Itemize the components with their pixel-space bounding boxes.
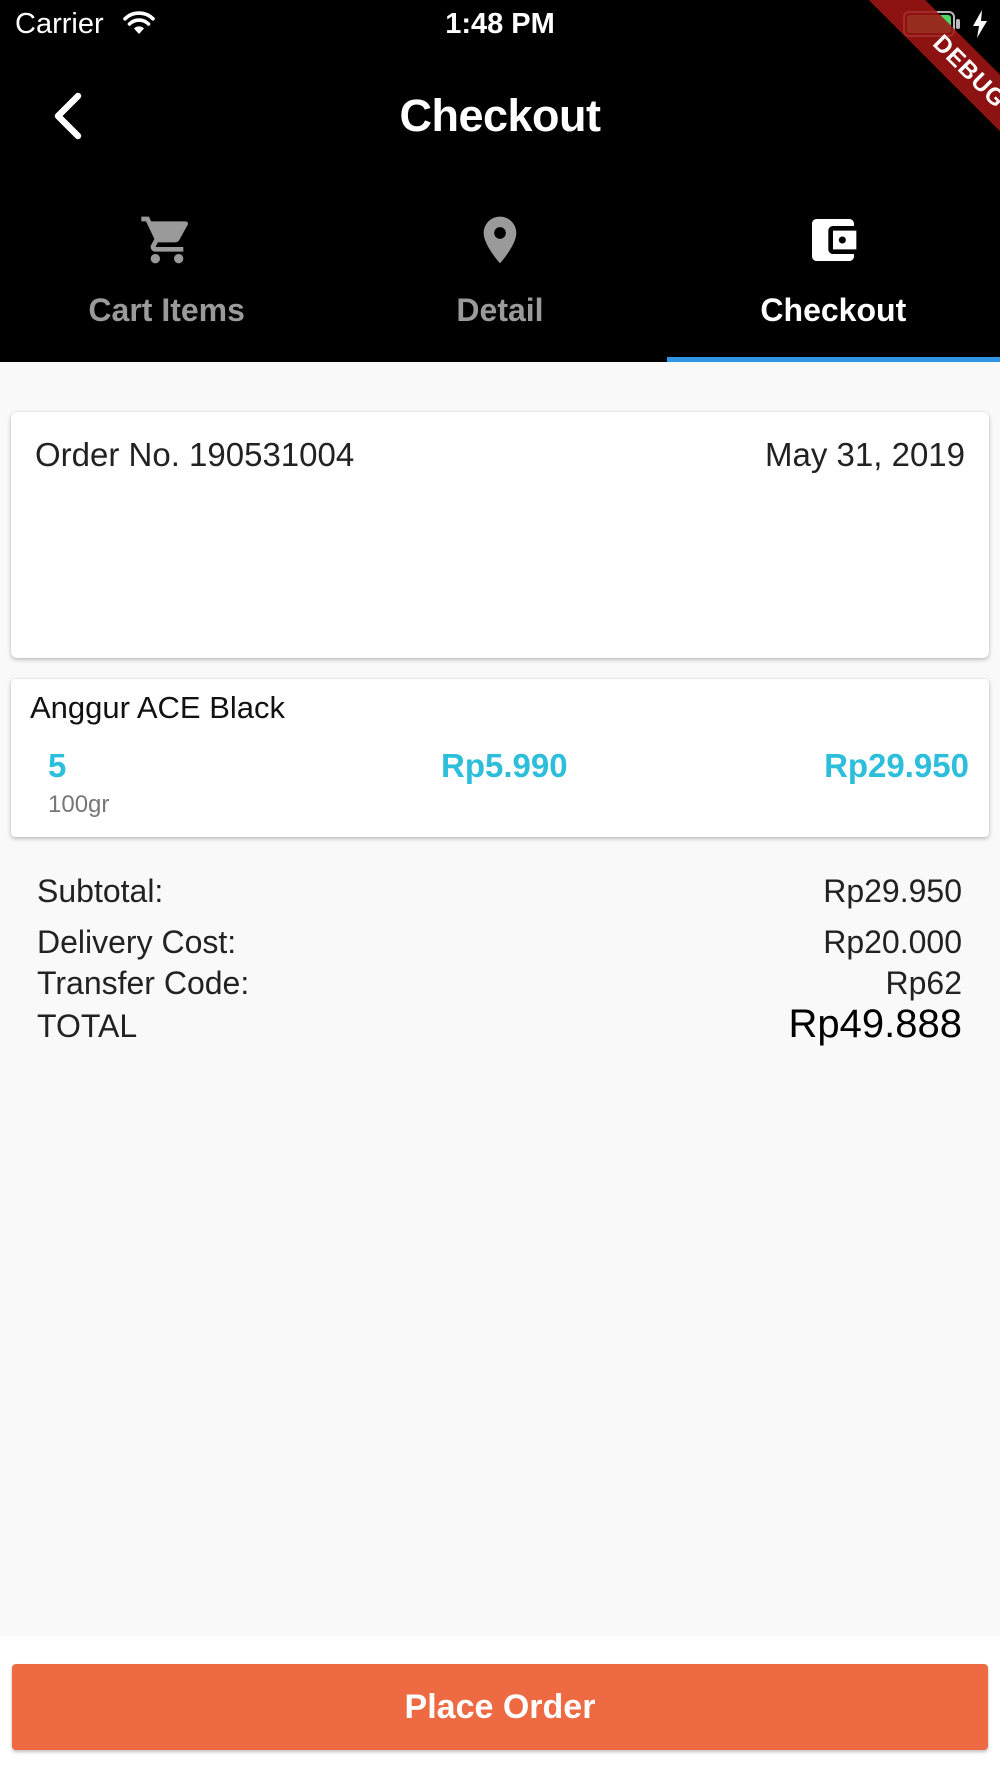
status-bar: Carrier 1:48 PM (0, 0, 1000, 56)
delivery-cost-value: Rp20.000 (823, 924, 962, 960)
page-title: Checkout (399, 90, 601, 141)
item-unit: 100gr (48, 791, 110, 818)
item-quantity: 5 (48, 747, 67, 784)
tab-checkout[interactable]: Checkout (666, 176, 1000, 362)
total-value: Rp49.888 (788, 1002, 962, 1046)
wallet-icon (812, 219, 857, 261)
item-price: Rp5.990 (441, 747, 568, 784)
location-pin-icon (483, 216, 517, 264)
checkout-screen: Carrier 1:48 PM Checkout Cart Items Deta… (0, 0, 1000, 1778)
app-bar: Checkout (0, 56, 1000, 176)
tab-label: Cart Items (88, 292, 245, 328)
charging-bolt-icon (973, 10, 987, 38)
battery-icon (903, 11, 960, 37)
order-date: May 31, 2019 (765, 436, 965, 473)
item-total: Rp29.950 (824, 747, 969, 784)
tab-label: Detail (456, 292, 544, 328)
tab-cart-items[interactable]: Cart Items (0, 176, 333, 362)
tab-bar: Cart Items Detail Checkout (0, 176, 1000, 362)
tab-detail[interactable]: Detail (333, 176, 666, 362)
subtotal-value: Rp29.950 (823, 873, 962, 909)
item-name: Anggur ACE Black (30, 690, 286, 725)
order-number: Order No. 190531004 (35, 436, 355, 473)
bottom-action-bar: Place Order (0, 1636, 1000, 1778)
subtotal-label: Subtotal: (37, 873, 164, 909)
place-order-button[interactable]: Place Order (12, 1664, 988, 1750)
status-time: 1:48 PM (445, 8, 555, 40)
transfer-code-value: Rp62 (885, 965, 963, 1001)
tab-indicator (666, 357, 1000, 362)
tab-label: Checkout (760, 292, 907, 328)
total-label: TOTAL (37, 1008, 138, 1044)
list-item: Anggur ACE Black 5 100gr Rp5.990 Rp29.95… (11, 679, 989, 837)
cart-icon (140, 216, 188, 264)
delivery-cost-label: Delivery Cost: (37, 924, 237, 960)
order-info-card: Order No. 190531004 May 31, 2019 (11, 412, 989, 658)
transfer-code-label: Transfer Code: (37, 965, 250, 1001)
